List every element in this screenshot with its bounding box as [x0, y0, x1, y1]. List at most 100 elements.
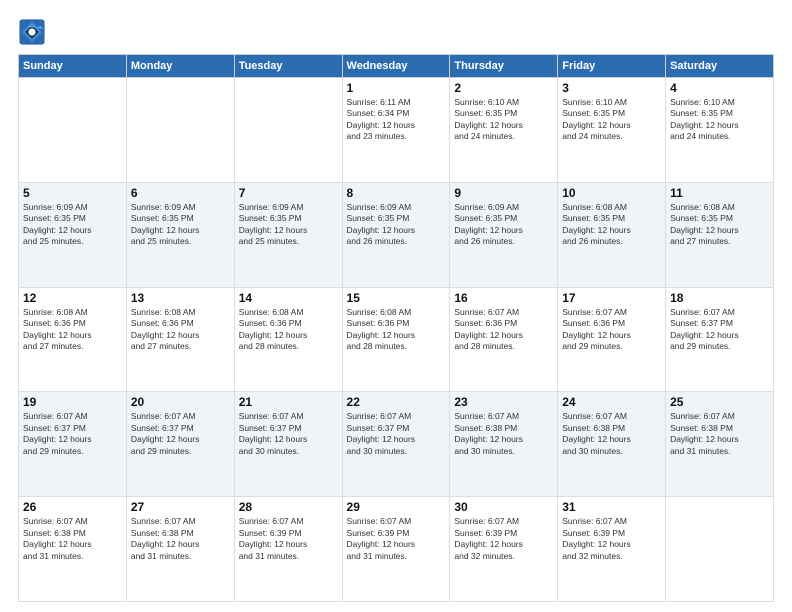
cell-info: Sunrise: 6:08 AM Sunset: 6:36 PM Dayligh… — [347, 307, 446, 353]
day-number: 13 — [131, 291, 230, 305]
cell-info: Sunrise: 6:11 AM Sunset: 6:34 PM Dayligh… — [347, 97, 446, 143]
weekday-header-wednesday: Wednesday — [342, 55, 450, 78]
cell-info: Sunrise: 6:07 AM Sunset: 6:36 PM Dayligh… — [454, 307, 553, 353]
day-number: 8 — [347, 186, 446, 200]
day-number: 31 — [562, 500, 661, 514]
day-number: 22 — [347, 395, 446, 409]
calendar-cell: 1 Sunrise: 6:11 AM Sunset: 6:34 PM Daylig… — [342, 78, 450, 183]
cell-info: Sunrise: 6:07 AM Sunset: 6:38 PM Dayligh… — [454, 411, 553, 457]
calendar-cell: 5 Sunrise: 6:09 AM Sunset: 6:35 PM Daylig… — [19, 182, 127, 287]
general-blue-icon — [18, 18, 46, 46]
day-number: 1 — [347, 81, 446, 95]
cell-info: Sunrise: 6:07 AM Sunset: 6:39 PM Dayligh… — [239, 516, 338, 562]
cell-info: Sunrise: 6:09 AM Sunset: 6:35 PM Dayligh… — [131, 202, 230, 248]
calendar-cell — [126, 78, 234, 183]
day-number: 11 — [670, 186, 769, 200]
day-number: 14 — [239, 291, 338, 305]
calendar-cell: 25 Sunrise: 6:07 AM Sunset: 6:38 PM Dayli… — [666, 392, 774, 497]
calendar-cell: 23Sunrise: 6:07 AM Sunset: 6:38 PM Dayli… — [450, 392, 558, 497]
cell-info: Sunrise: 6:07 AM Sunset: 6:37 PM Dayligh… — [131, 411, 230, 457]
cell-info: Sunrise: 6:08 AM Sunset: 6:36 PM Dayligh… — [239, 307, 338, 353]
day-number: 25 — [670, 395, 769, 409]
week-row-1: 5 Sunrise: 6:09 AM Sunset: 6:35 PM Daylig… — [19, 182, 774, 287]
day-number: 12 — [23, 291, 122, 305]
cell-info: Sunrise: 6:07 AM Sunset: 6:37 PM Dayligh… — [239, 411, 338, 457]
day-number: 9 — [454, 186, 553, 200]
calendar-cell: 29 Sunrise: 6:07 AM Sunset: 6:39 PM Dayli… — [342, 497, 450, 602]
weekday-header-monday: Monday — [126, 55, 234, 78]
weekday-header-friday: Friday — [558, 55, 666, 78]
cell-info: Sunrise: 6:07 AM Sunset: 6:39 PM Dayligh… — [454, 516, 553, 562]
cell-info: Sunrise: 6:07 AM Sunset: 6:38 PM Dayligh… — [23, 516, 122, 562]
cell-info: Sunrise: 6:08 AM Sunset: 6:35 PM Dayligh… — [670, 202, 769, 248]
calendar-cell: 15Sunrise: 6:08 AM Sunset: 6:36 PM Dayli… — [342, 287, 450, 392]
cell-info: Sunrise: 6:08 AM Sunset: 6:36 PM Dayligh… — [131, 307, 230, 353]
day-number: 3 — [562, 81, 661, 95]
weekday-header-tuesday: Tuesday — [234, 55, 342, 78]
cell-info: Sunrise: 6:07 AM Sunset: 6:37 PM Dayligh… — [23, 411, 122, 457]
cell-info: Sunrise: 6:07 AM Sunset: 6:38 PM Dayligh… — [131, 516, 230, 562]
calendar-cell: 28 Sunrise: 6:07 AM Sunset: 6:39 PM Dayli… — [234, 497, 342, 602]
calendar-cell: 9 Sunrise: 6:09 AM Sunset: 6:35 PM Daylig… — [450, 182, 558, 287]
cell-info: Sunrise: 6:08 AM Sunset: 6:35 PM Dayligh… — [562, 202, 661, 248]
weekday-header-thursday: Thursday — [450, 55, 558, 78]
calendar-cell: 22 Sunrise: 6:07 AM Sunset: 6:37 PM Dayli… — [342, 392, 450, 497]
page: SundayMondayTuesdayWednesdayThursdayFrid… — [0, 0, 792, 612]
day-number: 5 — [23, 186, 122, 200]
day-number: 17 — [562, 291, 661, 305]
cell-info: Sunrise: 6:09 AM Sunset: 6:35 PM Dayligh… — [239, 202, 338, 248]
calendar-cell: 21 Sunrise: 6:07 AM Sunset: 6:37 PM Dayli… — [234, 392, 342, 497]
day-number: 6 — [131, 186, 230, 200]
day-number: 21 — [239, 395, 338, 409]
day-number: 30 — [454, 500, 553, 514]
cell-info: Sunrise: 6:09 AM Sunset: 6:35 PM Dayligh… — [454, 202, 553, 248]
week-row-3: 19 Sunrise: 6:07 AM Sunset: 6:37 PM Dayli… — [19, 392, 774, 497]
cell-info: Sunrise: 6:07 AM Sunset: 6:36 PM Dayligh… — [562, 307, 661, 353]
weekday-header-saturday: Saturday — [666, 55, 774, 78]
day-number: 26 — [23, 500, 122, 514]
calendar-cell: 16 Sunrise: 6:07 AM Sunset: 6:36 PM Dayli… — [450, 287, 558, 392]
calendar-cell: 7 Sunrise: 6:09 AM Sunset: 6:35 PM Daylig… — [234, 182, 342, 287]
cell-info: Sunrise: 6:07 AM Sunset: 6:39 PM Dayligh… — [347, 516, 446, 562]
cell-info: Sunrise: 6:09 AM Sunset: 6:35 PM Dayligh… — [23, 202, 122, 248]
cell-info: Sunrise: 6:09 AM Sunset: 6:35 PM Dayligh… — [347, 202, 446, 248]
calendar-cell: 17 Sunrise: 6:07 AM Sunset: 6:36 PM Dayli… — [558, 287, 666, 392]
week-row-0: 1 Sunrise: 6:11 AM Sunset: 6:34 PM Daylig… — [19, 78, 774, 183]
calendar-cell: 6 Sunrise: 6:09 AM Sunset: 6:35 PM Daylig… — [126, 182, 234, 287]
calendar-cell: 10 Sunrise: 6:08 AM Sunset: 6:35 PM Dayli… — [558, 182, 666, 287]
week-row-2: 12 Sunrise: 6:08 AM Sunset: 6:36 PM Dayli… — [19, 287, 774, 392]
day-number: 4 — [670, 81, 769, 95]
calendar-cell — [234, 78, 342, 183]
calendar-cell: 20Sunrise: 6:07 AM Sunset: 6:37 PM Dayli… — [126, 392, 234, 497]
cell-info: Sunrise: 6:08 AM Sunset: 6:36 PM Dayligh… — [23, 307, 122, 353]
day-number: 18 — [670, 291, 769, 305]
calendar-cell: 12 Sunrise: 6:08 AM Sunset: 6:36 PM Dayli… — [19, 287, 127, 392]
day-number: 16 — [454, 291, 553, 305]
cell-info: Sunrise: 6:10 AM Sunset: 6:35 PM Dayligh… — [670, 97, 769, 143]
day-number: 19 — [23, 395, 122, 409]
cell-info: Sunrise: 6:07 AM Sunset: 6:37 PM Dayligh… — [670, 307, 769, 353]
cell-info: Sunrise: 6:10 AM Sunset: 6:35 PM Dayligh… — [454, 97, 553, 143]
calendar-cell: 24 Sunrise: 6:07 AM Sunset: 6:38 PM Dayli… — [558, 392, 666, 497]
logo — [18, 18, 50, 46]
day-number: 2 — [454, 81, 553, 95]
day-number: 29 — [347, 500, 446, 514]
cell-info: Sunrise: 6:10 AM Sunset: 6:35 PM Dayligh… — [562, 97, 661, 143]
day-number: 27 — [131, 500, 230, 514]
calendar-cell: 8 Sunrise: 6:09 AM Sunset: 6:35 PM Daylig… — [342, 182, 450, 287]
cell-info: Sunrise: 6:07 AM Sunset: 6:37 PM Dayligh… — [347, 411, 446, 457]
calendar-cell: 31Sunrise: 6:07 AM Sunset: 6:39 PM Dayli… — [558, 497, 666, 602]
cell-info: Sunrise: 6:07 AM Sunset: 6:38 PM Dayligh… — [562, 411, 661, 457]
calendar-cell: 27 Sunrise: 6:07 AM Sunset: 6:38 PM Dayli… — [126, 497, 234, 602]
header — [18, 18, 774, 46]
calendar-cell: 3 Sunrise: 6:10 AM Sunset: 6:35 PM Daylig… — [558, 78, 666, 183]
day-number: 7 — [239, 186, 338, 200]
day-number: 28 — [239, 500, 338, 514]
cell-info: Sunrise: 6:07 AM Sunset: 6:38 PM Dayligh… — [670, 411, 769, 457]
calendar-cell — [19, 78, 127, 183]
calendar-cell: 18 Sunrise: 6:07 AM Sunset: 6:37 PM Dayli… — [666, 287, 774, 392]
calendar-cell: 19 Sunrise: 6:07 AM Sunset: 6:37 PM Dayli… — [19, 392, 127, 497]
weekday-header-sunday: Sunday — [19, 55, 127, 78]
day-number: 10 — [562, 186, 661, 200]
day-number: 24 — [562, 395, 661, 409]
